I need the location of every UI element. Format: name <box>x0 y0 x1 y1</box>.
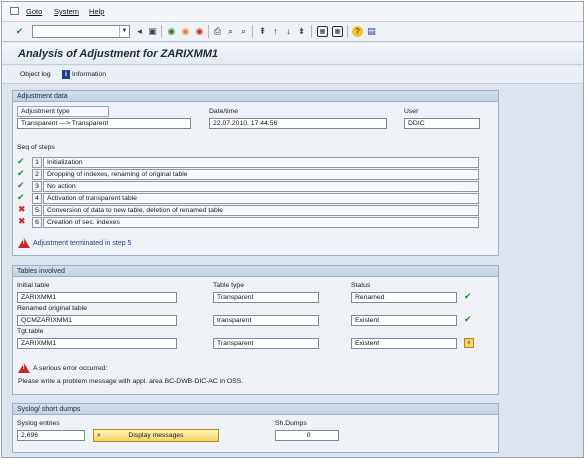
chevron-down-icon[interactable]: ▼ <box>119 26 129 37</box>
main-area: Adjustment data Adjustment type Transpar… <box>2 85 583 457</box>
syslog-entries-label: Syslog entries <box>17 420 60 427</box>
application-toolbar: Object log i Information <box>2 66 583 84</box>
toolbar-separator <box>208 25 209 38</box>
target-table-status-field: Existent <box>351 338 457 349</box>
step-number: 6 <box>32 217 42 228</box>
back-arrow-icon[interactable]: ◂ <box>134 26 145 37</box>
initial-table-type-field: Transparent <box>213 292 319 303</box>
sap-window: Goto System Help ✔ ▼ ◂ ▣ ◉ ◉ ◉ ⎙ ⌕ ⌕ ⇞ ↑… <box>1 1 584 458</box>
seq-of-steps-label: Seq of steps <box>17 144 55 151</box>
object-log-button[interactable]: Object log <box>20 71 51 78</box>
menu-bar: Goto System Help <box>2 2 583 22</box>
new-session-icon[interactable]: ▦ <box>317 26 328 37</box>
display-messages-label: Display messages <box>128 432 184 439</box>
renamed-table-type-field: transparent <box>213 315 319 326</box>
information-icon[interactable]: i <box>62 70 70 79</box>
step-ok-icon: ✔ <box>17 180 25 190</box>
toolbar-separator <box>161 25 162 38</box>
tables-involved-group: Tables involved Initial table Table type… <box>12 265 499 395</box>
step-error-icon: ✖ <box>18 204 26 214</box>
step-text: Activation of transparent table <box>43 193 479 204</box>
table-type-label: Table type <box>213 282 244 289</box>
step-number: 1 <box>32 157 42 168</box>
error-detail: Please write a problem message with appl… <box>18 378 244 385</box>
menu-help[interactable]: Help <box>89 7 104 16</box>
information-button[interactable]: Information <box>72 71 106 78</box>
find-icon[interactable]: ⌕ <box>225 26 236 37</box>
next-page-icon[interactable]: ↓ <box>283 26 294 37</box>
initial-table-field: ZARIXMM1 <box>17 292 177 303</box>
step-text: No action <box>43 181 479 192</box>
tables-involved-header: Tables involved <box>13 266 498 277</box>
customize-layout-icon[interactable]: ▤ <box>366 26 377 37</box>
command-field[interactable]: ▼ <box>32 25 130 38</box>
datetime-label: Date/time <box>209 108 239 115</box>
find-next-icon[interactable]: ⌕ <box>238 26 249 37</box>
step-number: 5 <box>32 205 42 216</box>
renamed-table-label: Renamed original table <box>17 305 87 312</box>
exit-icon[interactable]: ◉ <box>180 26 191 37</box>
step-ok-icon: ✔ <box>17 156 25 166</box>
short-dumps-label: Sh.Dumps <box>275 420 307 427</box>
first-page-icon[interactable]: ⇞ <box>257 26 268 37</box>
status-ok-icon: ✔ <box>464 314 472 324</box>
save-icon[interactable]: ▣ <box>147 26 158 37</box>
user-label: User <box>404 108 419 115</box>
status-ok-icon: ✔ <box>464 291 472 301</box>
page-title: Analysis of Adjustment for ZARIXMM1 <box>18 48 219 60</box>
short-dumps-field: 0 <box>275 430 339 441</box>
step-number: 4 <box>32 193 42 204</box>
error-title: A serious error occurred: <box>33 365 108 372</box>
step-error-icon: ✖ <box>18 216 26 226</box>
step-number: 3 <box>32 181 42 192</box>
target-table-field: ZARIXMM1 <box>17 338 177 349</box>
status-label: Status <box>351 282 371 289</box>
step-ok-icon: ✔ <box>17 168 25 178</box>
initial-table-label: Initial table <box>17 282 50 289</box>
datetime-field: 22.07.2010, 17:44:56 <box>209 118 387 129</box>
help-icon[interactable]: ? <box>352 26 363 37</box>
display-details-icon[interactable]: ⌕ <box>464 338 474 348</box>
user-field: DDIC <box>404 118 480 129</box>
adjustment-type-field: Transparent ---> Transparent <box>17 118 191 129</box>
step-text: Conversion of data to new table, deletio… <box>43 205 479 216</box>
step-text: Creation of sec. indexes <box>43 217 479 228</box>
sap-menu-icon[interactable] <box>10 7 19 15</box>
adjustment-type-label: Adjustment type <box>17 106 109 117</box>
toolbar-separator <box>252 25 253 38</box>
initial-table-status-field: Renamed <box>351 292 457 303</box>
step-ok-icon: ✔ <box>17 192 25 202</box>
print-icon[interactable]: ⎙ <box>212 26 223 37</box>
menu-system[interactable]: System <box>54 7 79 16</box>
magnifier-icon: ⌕ <box>97 432 101 439</box>
syslog-entries-field: 2,696 <box>17 430 85 441</box>
menu-goto[interactable]: Goto <box>26 7 42 16</box>
toolbar-separator <box>347 25 348 38</box>
last-page-icon[interactable]: ⇟ <box>296 26 307 37</box>
standard-toolbar: ✔ ▼ ◂ ▣ ◉ ◉ ◉ ⎙ ⌕ ⌕ ⇞ ↑ ↓ ⇟ ▦ ▦ ? ▤ <box>2 22 583 42</box>
toolbar-separator <box>311 25 312 38</box>
termination-message[interactable]: Adjustment terminated in step 5 <box>33 240 131 247</box>
step-text: Dropping of indexes, renaming of origina… <box>43 169 479 180</box>
syslog-header: Syslog/ short dumps <box>13 404 498 415</box>
adjustment-data-group: Adjustment data Adjustment type Transpar… <box>12 90 499 256</box>
shortcut-icon[interactable]: ▦ <box>332 26 343 37</box>
renamed-table-status-field: Existent <box>351 315 457 326</box>
warning-icon <box>18 238 30 248</box>
previous-page-icon[interactable]: ↑ <box>270 26 281 37</box>
cancel-icon[interactable]: ◉ <box>194 26 205 37</box>
target-table-type-field: Transparent <box>213 338 319 349</box>
warning-icon <box>18 363 30 373</box>
enter-check-icon[interactable]: ✔ <box>14 26 25 37</box>
step-number: 2 <box>32 169 42 180</box>
step-text: Initialization <box>43 157 479 168</box>
renamed-table-field: QCMZARIXMM1 <box>17 315 177 326</box>
back-icon[interactable]: ◉ <box>166 26 177 37</box>
syslog-group: Syslog/ short dumps Syslog entries 2,696… <box>12 403 499 453</box>
adjustment-data-header: Adjustment data <box>13 91 498 102</box>
target-table-label: Tgt.table <box>17 328 44 335</box>
display-messages-button[interactable]: ⌕ Display messages <box>93 429 219 442</box>
